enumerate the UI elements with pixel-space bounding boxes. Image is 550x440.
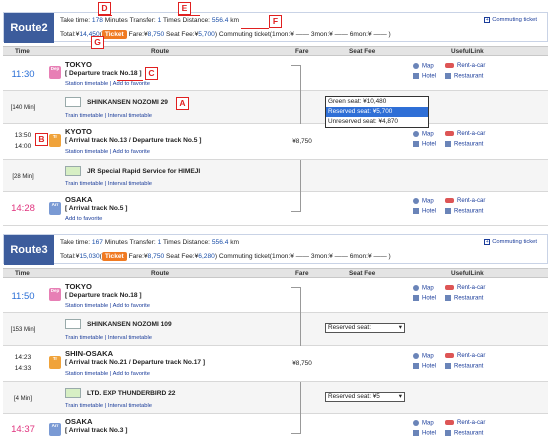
callout-d: D xyxy=(98,2,111,15)
map-icon xyxy=(413,353,419,359)
seat-fee-select[interactable]: Reserved seat: ¥5 xyxy=(325,392,405,402)
restaurant-icon xyxy=(445,73,451,79)
callout-f: F xyxy=(269,15,282,28)
add-favorite-link[interactable]: Add to favorite xyxy=(113,81,150,87)
distance-value: 556.4 xyxy=(211,17,229,24)
hotel-icon xyxy=(413,73,419,79)
take-time-value: 178 xyxy=(91,17,103,24)
route2-tag: Route2 xyxy=(4,13,54,43)
car-icon xyxy=(445,353,454,358)
seat-option-reserved[interactable]: Reserved seat: ¥5,700 xyxy=(326,107,428,117)
route2-summary-line2: Total:¥14,450(Ticket Fare:¥8,750 Seat Fe… xyxy=(60,30,391,39)
departure-icon: Dep xyxy=(49,66,61,79)
restaurant-icon xyxy=(445,141,451,147)
transfer-icon: Tr xyxy=(49,356,61,369)
interval-timetable-link[interactable]: Interval timetable xyxy=(108,113,152,119)
hotel-icon xyxy=(413,430,419,436)
seat-option-green[interactable]: Green seat: ¥10,480 xyxy=(326,97,428,107)
map-icon xyxy=(413,198,419,204)
station-row-kyoto: 13:50 14:00 Tr KYOTO [ Arrival track No.… xyxy=(3,124,548,160)
callout-c: C xyxy=(145,67,158,80)
train-row-nozomi29: [140 Min] SHINKANSEN NOZOMI 29 Train tim… xyxy=(3,91,548,124)
arrival-icon: Arr xyxy=(49,202,61,215)
hotel-icon xyxy=(413,295,419,301)
hotel-icon xyxy=(413,363,419,369)
external-link-icon: + xyxy=(484,239,491,245)
commuting-ticket-link[interactable]: + Commuting ticket xyxy=(484,239,537,245)
train-row-nozomi109: [153 Min] SHINKANSEN NOZOMI 109 Train ti… xyxy=(3,313,548,346)
ltd-express-icon xyxy=(65,388,81,398)
map-icon xyxy=(413,63,419,69)
seat-fee-dropdown[interactable]: Green seat: ¥10,480 Reserved seat: ¥5,70… xyxy=(325,96,429,128)
shinkansen-icon xyxy=(65,319,81,329)
hotel-icon xyxy=(413,208,419,214)
hotel-icon xyxy=(413,141,419,147)
route2-section: Route2 Take time: 178 Minutes Transfer: … xyxy=(3,12,548,226)
map-icon xyxy=(413,131,419,137)
callout-e: E xyxy=(178,2,191,15)
route3-summary: Route3 Take time: 167 Minutes Transfer: … xyxy=(3,234,548,265)
car-icon xyxy=(445,285,454,290)
external-link-icon: + xyxy=(484,17,491,23)
departure-icon: Dep xyxy=(49,288,61,301)
train-timetable-link[interactable]: Train timetable xyxy=(65,113,103,119)
train-row-thunderbird: [4 Min] LTD. EXP THUNDERBIRD 22 Train ti… xyxy=(3,382,548,414)
arrival-icon: Arr xyxy=(49,423,61,436)
table-header: Time Route Fare Seat Fee UsefulLink xyxy=(3,268,548,278)
seat-option-unreserved[interactable]: Unreserved seat: ¥4,870 xyxy=(326,117,428,127)
map-icon xyxy=(413,420,419,426)
seat-fee-select[interactable]: Reserved seat: xyxy=(325,323,405,333)
ticket-button[interactable]: Ticket xyxy=(101,30,127,39)
map-icon xyxy=(413,285,419,291)
car-icon xyxy=(445,63,454,68)
callout-b: B xyxy=(35,133,48,146)
commuting-ticket-link[interactable]: + Commuting ticket xyxy=(484,17,537,23)
useful-links: Map Rent-a-car Hotel Restaurant xyxy=(413,63,543,83)
callout-a: A xyxy=(176,97,189,110)
route3-section: Route3 Take time: 167 Minutes Transfer: … xyxy=(3,234,548,439)
restaurant-icon xyxy=(445,363,451,369)
car-icon xyxy=(445,420,454,425)
station-row-tokyo: 11:50 Dep TOKYO [ Departure track No.18 … xyxy=(3,279,548,313)
table-header: Time Route Fare Seat Fee UsefulLink xyxy=(3,46,548,56)
train-row-rapid: [28 Min] JR Special Rapid Service for HI… xyxy=(3,160,548,192)
route2-summary-line1: Take time: 178 Minutes Transfer: 1 Times… xyxy=(60,17,240,24)
station-row-tokyo: 11:30 Dep TOKYO [ Departure track No.18 … xyxy=(3,57,548,91)
fare-bracket xyxy=(291,65,301,91)
fare-amount: ¥8,750 xyxy=(292,138,312,145)
shinkansen-icon xyxy=(65,97,81,107)
car-icon xyxy=(445,198,454,203)
route3-tag: Route3 xyxy=(4,235,54,265)
station-timetable-link[interactable]: Station timetable xyxy=(65,81,108,87)
ticket-button[interactable]: Ticket xyxy=(101,252,127,261)
station-row-osaka: 14:28 Arr OSAKA [ Arrival track No.5 ] A… xyxy=(3,192,548,226)
transfer-icon: Tr xyxy=(49,134,61,147)
callout-g: G xyxy=(91,36,104,49)
transfer-value: 1 xyxy=(157,17,162,24)
station-row-osaka: 14:37 Arr OSAKA [ Arrival track No.3 ] M… xyxy=(3,414,548,439)
restaurant-icon xyxy=(445,295,451,301)
rapid-train-icon xyxy=(65,166,81,176)
station-row-shin-osaka: 14:23 14:33 Tr SHIN-OSAKA [ Arrival trac… xyxy=(3,346,548,382)
restaurant-icon xyxy=(445,208,451,214)
restaurant-icon xyxy=(445,430,451,436)
car-icon xyxy=(445,131,454,136)
